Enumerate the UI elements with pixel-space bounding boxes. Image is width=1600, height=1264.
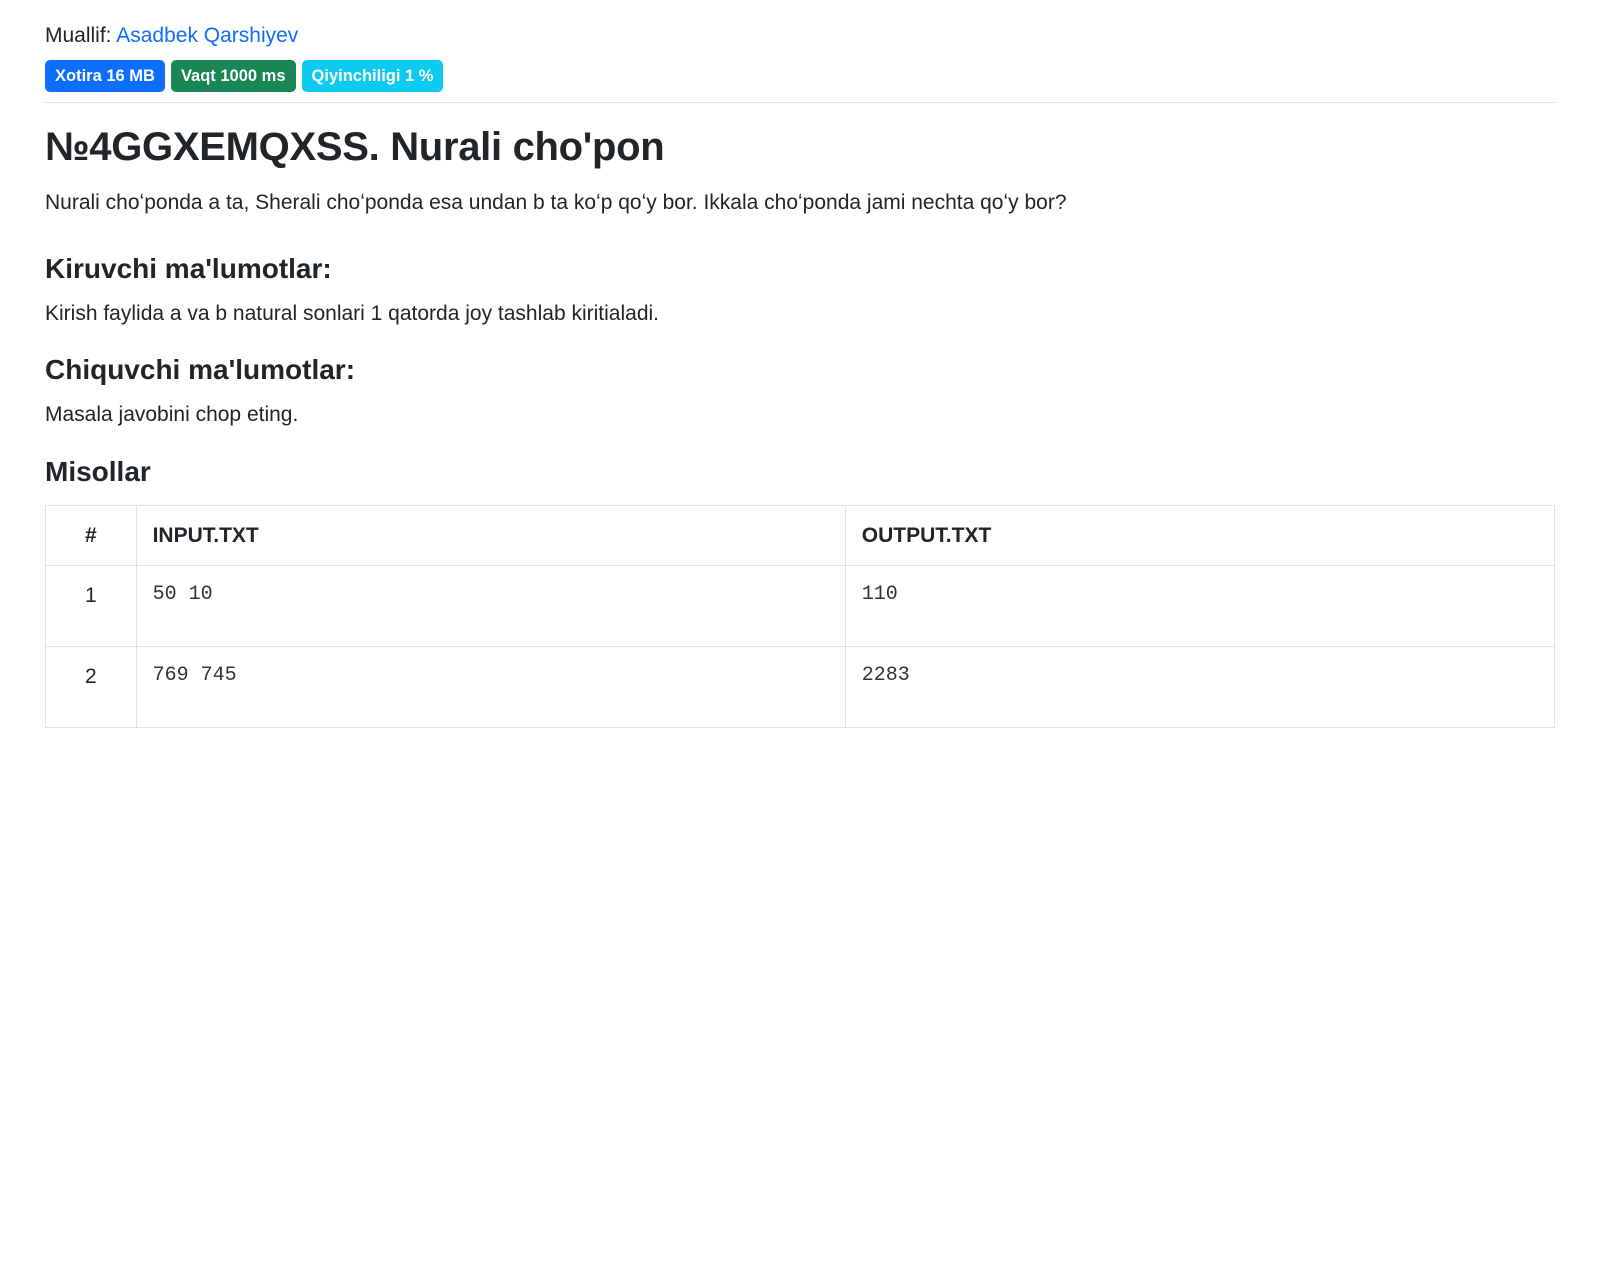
badges-row: Xotira 16 MB Vaqt 1000 ms Qiyinchiligi 1… [45, 60, 1555, 104]
badge-time: Vaqt 1000 ms [171, 60, 296, 93]
author-link[interactable]: Asadbek Qarshiyev [116, 24, 298, 47]
row-input: 50 10 [136, 566, 845, 647]
row-output: 110 [845, 566, 1554, 647]
input-heading: Kiruvchi ma'lumotlar: [45, 248, 1555, 290]
output-heading: Chiquvchi ma'lumotlar: [45, 349, 1555, 391]
row-num: 1 [46, 566, 137, 647]
row-num: 2 [46, 647, 137, 728]
examples-heading: Misollar [45, 451, 1555, 493]
col-header-num: # [46, 505, 137, 566]
problem-description: Nurali choʻponda a ta, Sherali choʻponda… [45, 187, 1555, 220]
badge-difficulty: Qiyinchiligi 1 % [302, 60, 444, 93]
output-text: Masala javobini chop eting. [45, 399, 1555, 431]
row-output: 2283 [845, 647, 1554, 728]
examples-table: # INPUT.TXT OUTPUT.TXT 1 50 10 110 2 769… [45, 505, 1555, 729]
table-row: 1 50 10 110 [46, 566, 1555, 647]
problem-title: №4GGXEMQXSS. Nurali cho'pon [45, 117, 1555, 177]
table-header-row: # INPUT.TXT OUTPUT.TXT [46, 505, 1555, 566]
badge-memory: Xotira 16 MB [45, 60, 165, 93]
row-input: 769 745 [136, 647, 845, 728]
author-line: Muallif: Asadbek Qarshiyev [45, 20, 1555, 52]
table-row: 2 769 745 2283 [46, 647, 1555, 728]
col-header-output: OUTPUT.TXT [845, 505, 1554, 566]
input-text: Kirish faylida a va b natural sonlari 1 … [45, 298, 1555, 330]
author-label: Muallif: [45, 24, 112, 47]
col-header-input: INPUT.TXT [136, 505, 845, 566]
